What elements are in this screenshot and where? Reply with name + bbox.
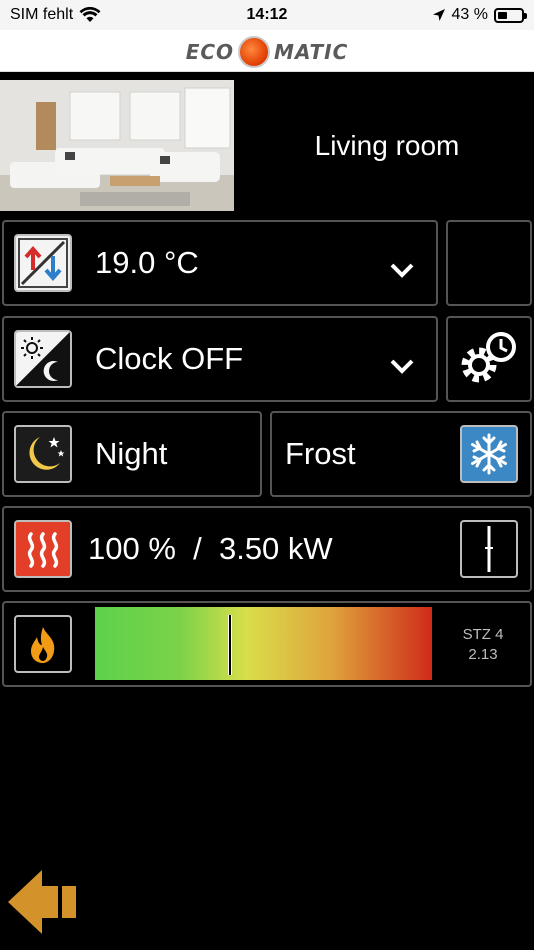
living-room-image bbox=[0, 80, 234, 211]
clock-value: Clock OFF bbox=[95, 341, 244, 376]
stz-label: STZ 4 bbox=[462, 626, 504, 643]
logo-text-matic: MATIC bbox=[274, 40, 349, 64]
logo-sun-icon bbox=[238, 36, 271, 68]
consumption-gradient-bar bbox=[95, 607, 432, 680]
heater-power-value: 100 % / 3.50 kW bbox=[88, 531, 333, 566]
ecomatic-logo: ECO MATIC bbox=[0, 36, 534, 68]
setpoint-chevron-down-icon[interactable] bbox=[388, 256, 416, 284]
clock-settings-button[interactable] bbox=[446, 316, 532, 402]
location-arrow-icon bbox=[432, 9, 445, 21]
battery-icon bbox=[494, 7, 527, 23]
flame-icon bbox=[14, 615, 72, 673]
stz-label-block: STZ 4 2.13 bbox=[444, 625, 522, 665]
frost-label: Frost bbox=[285, 436, 356, 471]
status-bar: SIM fehlt 14:12 43 % bbox=[0, 0, 534, 30]
battery-percentage: 43 % bbox=[451, 6, 488, 23]
gear-clock-icon bbox=[461, 332, 516, 383]
moon-stars-icon bbox=[14, 425, 72, 483]
app-header: ECO MATIC bbox=[0, 30, 534, 72]
heating-element-icon bbox=[14, 520, 72, 578]
room-photo[interactable] bbox=[0, 80, 234, 211]
temperature-up-down-icon bbox=[14, 234, 72, 292]
clock-chevron-down-icon[interactable] bbox=[388, 352, 416, 380]
window-icon[interactable] bbox=[460, 520, 518, 578]
setpoint-value: 19.0 °C bbox=[95, 245, 199, 280]
empty-button[interactable] bbox=[446, 220, 532, 306]
back-arrow-icon[interactable] bbox=[6, 866, 78, 938]
version-label: 2.13 bbox=[468, 646, 498, 663]
room-name: Living room bbox=[314, 129, 460, 161]
logo-text-eco: ECO bbox=[185, 40, 235, 64]
day-night-icon bbox=[14, 330, 72, 388]
consumption-marker bbox=[227, 615, 232, 675]
night-label: Night bbox=[95, 436, 168, 471]
snowflake-icon bbox=[460, 425, 518, 483]
